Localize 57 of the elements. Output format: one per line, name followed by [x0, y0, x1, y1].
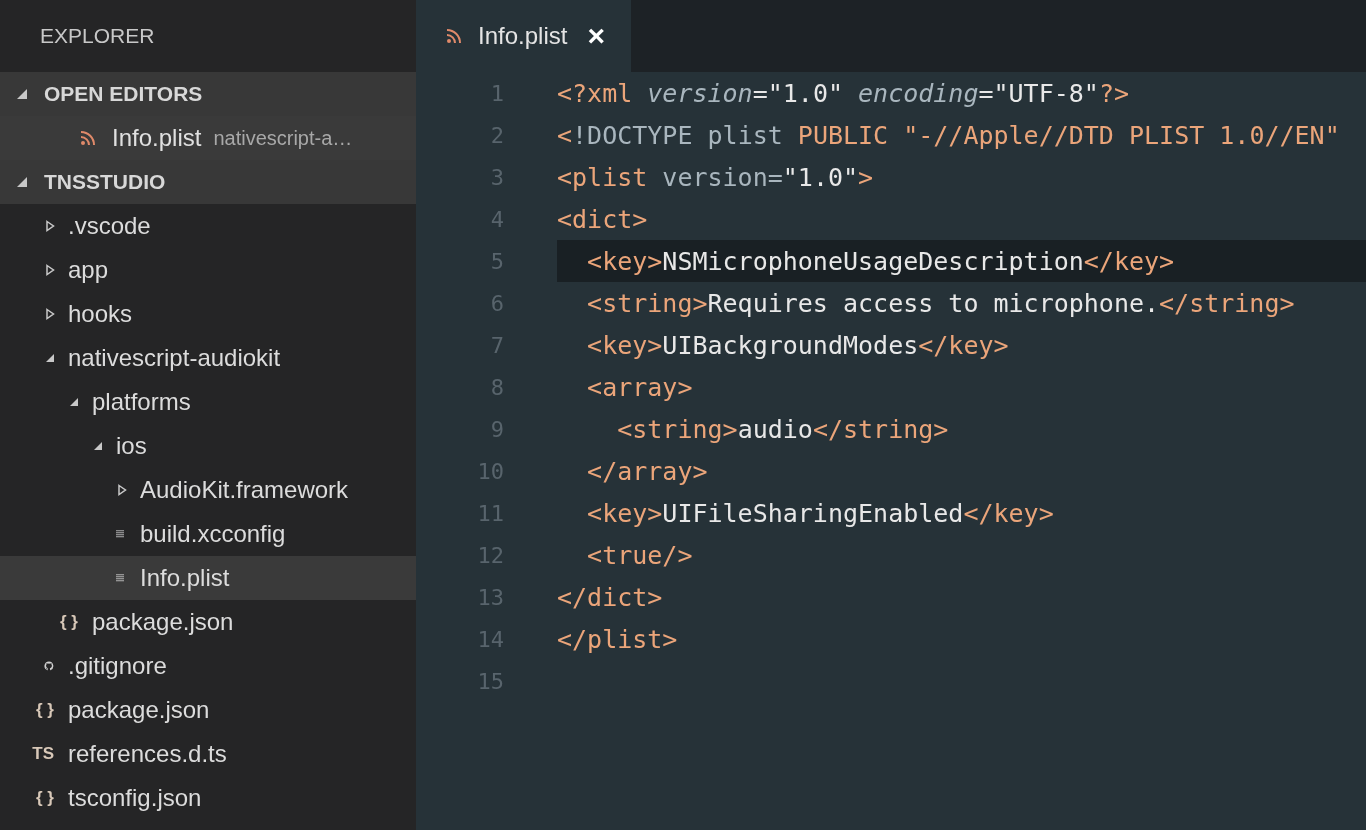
file-type-icon: TS — [32, 744, 54, 764]
folder-item[interactable]: .vscode — [0, 204, 416, 248]
item-label: tsconfig.json — [68, 784, 202, 812]
code-line: </plist> — [557, 623, 678, 656]
code-line: <string>Requires access to microphone.</string> — [586, 287, 1295, 320]
item-label: ios — [116, 432, 147, 460]
code-line: <array> — [586, 371, 693, 404]
folder-item[interactable]: hooks — [0, 292, 416, 336]
editor-tab[interactable]: Info.plist × — [416, 0, 631, 72]
item-label: build.xcconfig — [140, 520, 286, 548]
code-line: </dict> — [557, 581, 663, 614]
item-label: app — [68, 256, 109, 284]
section-header[interactable]: TNSSTUDIO — [0, 160, 416, 204]
code-line: <plist version="1.0"> — [557, 161, 874, 194]
explorer-title: EXPLORER — [40, 24, 155, 48]
code-line: <!DOCTYPE plist PUBLIC "-//Apple//DTD PLIST 1.0//EN" — [557, 119, 1340, 152]
folder-item[interactable]: app — [0, 248, 416, 292]
item-label: Info.plist — [140, 564, 230, 592]
folder-item[interactable]: nativescript-audiokit — [0, 336, 416, 380]
code-line: <key>UIBackgroundModes</key> — [586, 329, 1009, 362]
folder-item[interactable]: ios — [0, 424, 416, 468]
code-line: <key>UIFileSharingEnabled</key> — [586, 497, 1054, 530]
file-item[interactable]: { } tsconfig.json — [0, 776, 416, 820]
file-item[interactable]: Info.plist — [0, 556, 416, 600]
item-label: package.json — [92, 608, 234, 636]
folder-hint: nativescript-a… — [213, 126, 353, 150]
section-header[interactable]: OPEN EDITORS — [0, 72, 416, 116]
open-editor-item[interactable]: Info.plist nativescript-a… — [0, 116, 416, 160]
folder-item[interactable]: AudioKit.framework — [0, 468, 416, 512]
item-label: .gitignore — [68, 652, 167, 680]
file-item[interactable]: TS references.d.ts — [0, 732, 416, 776]
item-label: platforms — [92, 388, 191, 416]
folder-item[interactable]: platforms — [0, 380, 416, 424]
code-line: </array> — [586, 455, 708, 488]
file-type-icon: { } — [60, 612, 78, 632]
code-line: <true/> — [586, 539, 693, 572]
item-label: AudioKit.framework — [140, 476, 349, 504]
file-item[interactable]: .gitignore — [0, 644, 416, 688]
file-name: Info.plist — [112, 124, 202, 152]
item-label: package.json — [68, 696, 210, 724]
close-icon[interactable]: × — [587, 21, 605, 51]
code-line: <?xml version="1.0" encoding="UTF-8"?> — [557, 77, 1129, 110]
code-line: <dict> — [557, 203, 648, 236]
file-item[interactable]: { } package.json — [0, 600, 416, 644]
tab-label: Info.plist — [478, 22, 568, 50]
file-item[interactable]: { } package.json — [0, 688, 416, 732]
file-type-icon: { } — [36, 788, 54, 808]
item-label: .vscode — [68, 212, 151, 240]
code-line: <key>NSMicrophoneUsageDescription</key> — [586, 245, 1175, 278]
file-item[interactable]: build.xcconfig — [0, 512, 416, 556]
item-label: references.d.ts — [68, 740, 227, 768]
item-label: hooks — [68, 300, 133, 328]
file-type-icon: { } — [36, 700, 54, 720]
rss-icon — [446, 28, 462, 44]
item-label: nativescript-audiokit — [68, 344, 281, 372]
rss-icon — [80, 130, 96, 146]
code-line: <string>audio</string> — [616, 413, 949, 446]
